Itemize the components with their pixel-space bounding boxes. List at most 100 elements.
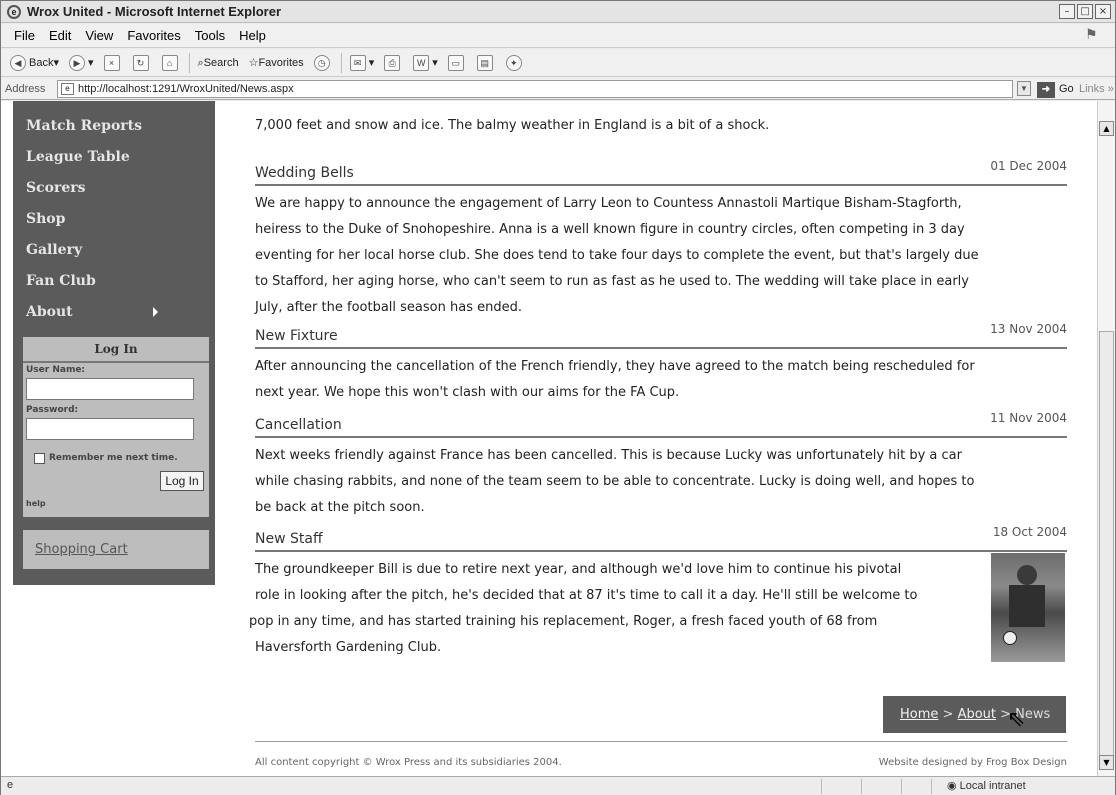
scroll-down-button[interactable]: ▼ [1099, 755, 1114, 770]
news-line: We are happy to announce the engagement … [255, 196, 962, 211]
star-icon: ☆ [248, 56, 259, 69]
print-button[interactable]: ⎙ [379, 51, 408, 75]
news-body: The groundkeeper Bill is due to retire n… [249, 557, 1067, 661]
news-line: to Stafford, her aging horse, who can't … [255, 274, 969, 289]
nav-about[interactable]: About [26, 304, 73, 320]
news-divider [255, 184, 1067, 186]
sidebar: Match Reports League Table Scorers Shop … [13, 101, 215, 585]
back-arrow-icon: ◀ [10, 54, 26, 71]
print-icon: ⎙ [384, 54, 401, 71]
news-date: 11 Nov 2004 [990, 411, 1067, 425]
menu-view[interactable]: View [78, 24, 120, 47]
address-bar: Address e http://localhost:1291/WroxUnit… [1, 78, 1115, 100]
close-button[interactable]: × [1095, 4, 1111, 19]
remember-me-label: Remember me next time. [49, 453, 178, 463]
news-body: After announcing the cancellation of the… [255, 354, 1067, 406]
news-line: eventing for her local horse club. She d… [255, 248, 979, 263]
address-input[interactable]: e http://localhost:1291/WroxUnited/News.… [57, 80, 1013, 98]
go-arrow-icon: ➜ [1037, 82, 1055, 98]
menu-favorites[interactable]: Favorites [120, 24, 187, 47]
news-line: while chasing rabbits, and none of the t… [255, 474, 975, 489]
status-separator [861, 779, 862, 794]
minimize-button[interactable]: – [1059, 4, 1075, 19]
messenger-button[interactable]: ✦ [501, 51, 530, 75]
news-line: After announcing the cancellation of the… [255, 359, 975, 374]
ie-logo-icon: e [7, 5, 21, 19]
nav-shop[interactable]: Shop [26, 211, 65, 227]
photo-detail [1009, 585, 1045, 627]
news-line: Next weeks friendly against France has b… [255, 448, 962, 463]
breadcrumb-home-link[interactable]: Home [900, 707, 938, 722]
forward-button[interactable]: ▶ ▾ [64, 51, 99, 75]
username-input[interactable] [26, 378, 194, 400]
page-icon: e [61, 83, 74, 95]
back-button[interactable]: ◀ Back ▾ [5, 51, 64, 75]
menu-tools[interactable]: Tools [188, 24, 232, 47]
page-viewport: Match Reports League Table Scorers Shop … [1, 101, 1097, 776]
login-header: Log In [23, 342, 209, 363]
history-button[interactable]: ◷ [309, 51, 338, 75]
football-player-photo [991, 553, 1065, 662]
status-bar: e ◉ Local intranet [1, 776, 1115, 795]
breadcrumb: Home > About > News [883, 696, 1066, 733]
photo-detail [1017, 565, 1037, 585]
stop-button[interactable]: × [99, 51, 128, 75]
address-label: Address [5, 83, 46, 95]
breadcrumb-about-link[interactable]: About [958, 707, 996, 722]
help-link[interactable]: help [26, 499, 46, 508]
news-title: New Staff [255, 531, 323, 547]
history-icon: ◷ [313, 54, 330, 71]
search-button[interactable]: ⌕ Search [193, 51, 244, 75]
scroll-up-button[interactable]: ▲ [1099, 121, 1114, 136]
news-line: Haversforth Gardening Club. [255, 640, 442, 655]
favorites-label: Favorites [258, 56, 304, 69]
menu-file[interactable]: File [7, 24, 42, 47]
scroll-thumb[interactable] [1099, 331, 1114, 761]
news-title: Cancellation [255, 417, 342, 433]
discuss-button[interactable]: ▭ [443, 51, 472, 75]
toolbar-separator [188, 52, 190, 73]
nav-scorers[interactable]: Scorers [26, 180, 86, 196]
breadcrumb-separator: > [938, 707, 958, 722]
password-input[interactable] [26, 418, 194, 440]
shopping-cart-link[interactable]: Shopping Cart [23, 530, 209, 569]
address-url: http://localhost:1291/WroxUnited/News.as… [78, 83, 294, 95]
news-line: July, after the football season has ende… [255, 300, 522, 315]
news-line: heiress to the Duke of Snohopeshire. Ann… [255, 222, 965, 237]
vertical-scrollbar[interactable]: ▲ ▼ [1097, 101, 1115, 776]
nav-gallery[interactable]: Gallery [26, 242, 82, 258]
home-icon: ⌂ [161, 54, 178, 71]
nav-league-table[interactable]: League Table [26, 149, 130, 165]
nav-fan-club[interactable]: Fan Club [26, 273, 96, 289]
status-separator [901, 779, 902, 794]
news-date: 13 Nov 2004 [990, 322, 1067, 336]
back-label: Back [29, 56, 54, 69]
address-dropdown-button[interactable]: ▼ [1017, 81, 1031, 96]
login-button[interactable]: Log In [160, 471, 204, 491]
toolbar-separator [340, 52, 342, 73]
favorites-button[interactable]: ☆ Favorites [244, 51, 309, 75]
mail-button[interactable]: ✉ ▾ [345, 51, 380, 75]
word-icon: W [413, 54, 430, 71]
news-divider [255, 436, 1067, 438]
status-zone: ◉ Local intranet [947, 779, 1026, 794]
footer-design-credit: Website designed by Frog Box Design [878, 757, 1067, 768]
menu-edit[interactable]: Edit [42, 24, 78, 47]
remember-me-checkbox[interactable] [34, 453, 45, 464]
news-divider [255, 550, 1067, 552]
status-page-icon: e [7, 779, 14, 791]
footer-copyright: All content copyright © Wrox Press and i… [255, 757, 562, 768]
nav-match-reports[interactable]: Match Reports [26, 118, 142, 134]
edit-button[interactable]: W ▾ [408, 51, 443, 75]
zone-label: Local intranet [959, 780, 1026, 792]
refresh-button[interactable]: ↻ [128, 51, 157, 75]
go-button[interactable]: ➜ Go [1037, 80, 1074, 98]
links-button[interactable]: Links » [1079, 83, 1114, 95]
maximize-button[interactable]: □ [1077, 4, 1093, 19]
menu-help[interactable]: Help [232, 24, 273, 47]
news-divider [255, 347, 1067, 349]
home-button[interactable]: ⌂ [157, 51, 186, 75]
intranet-icon: ◉ [947, 780, 960, 792]
research-button[interactable]: ▤ [472, 51, 501, 75]
windows-flag-icon: ⚑ [1085, 27, 1098, 43]
